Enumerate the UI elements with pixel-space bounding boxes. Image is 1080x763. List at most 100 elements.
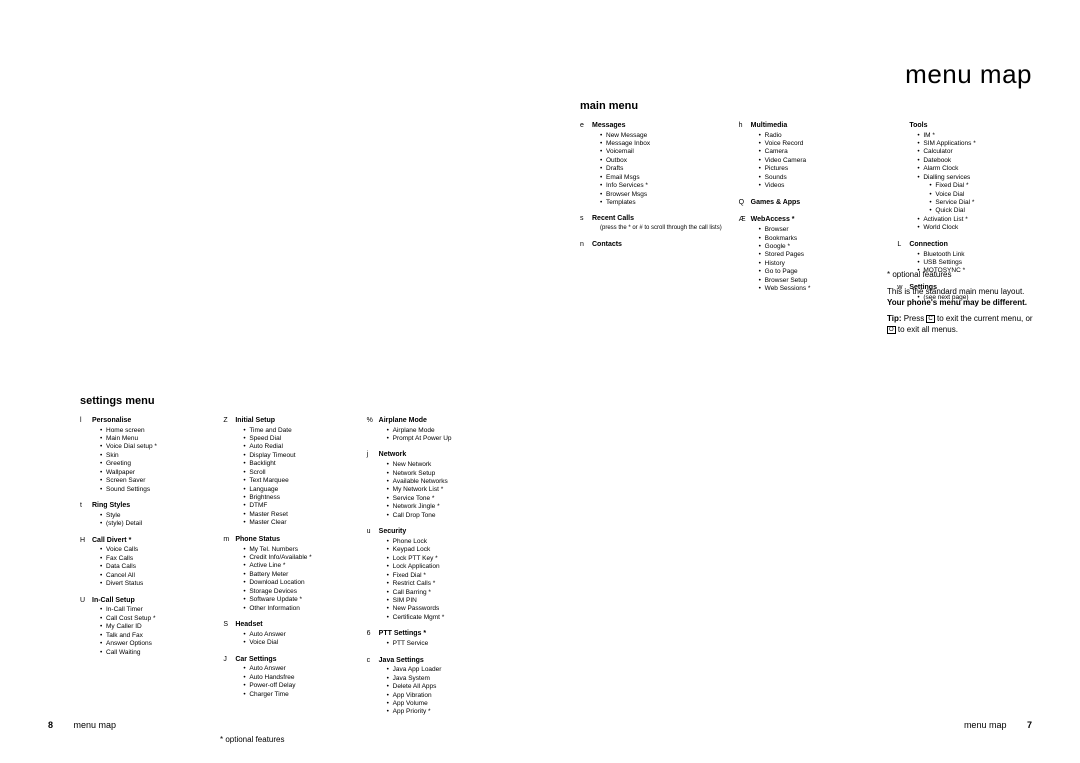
list-item: Fax Calls: [100, 555, 205, 563]
list-item: Restrict Calls *: [387, 580, 492, 588]
menu-group: tRing StylesStyle(style) Detail: [80, 502, 205, 529]
menu-group: ÆWebAccess *BrowserBookmarksGoogle *Stor…: [739, 216, 884, 293]
list-item: Language: [243, 486, 348, 494]
list-item: Charger Time: [243, 691, 348, 699]
list-item: Skin: [100, 452, 205, 460]
list-item: World Clock: [917, 224, 1042, 232]
list-item: Outbox: [600, 157, 725, 165]
group-head: Multimedia: [751, 122, 884, 131]
list-item: Battery Meter: [243, 571, 348, 579]
list-item: Call Drop Tone: [387, 512, 492, 520]
group-head: Java Settings: [379, 657, 492, 666]
menu-group: ToolsIM *SIM Applications *CalculatorDat…: [897, 122, 1042, 233]
list-item: Master Reset: [243, 511, 348, 519]
list-item: Backlight: [243, 460, 348, 468]
notes: * optional features This is the standard…: [887, 270, 1042, 342]
menu-group: JCar SettingsAuto AnswerAuto HandsfreePo…: [223, 656, 348, 700]
group-head: Phone Status: [235, 536, 348, 545]
list-item: Pictures: [759, 165, 884, 173]
list-item: SIM Applications *: [917, 140, 1042, 148]
group-head: Call Divert *: [92, 537, 205, 546]
group-head: Airplane Mode: [379, 417, 492, 426]
list-item: Screen Saver: [100, 477, 205, 485]
list-item: (style) Detail: [100, 520, 205, 528]
list-item: In-Call Timer: [100, 606, 205, 614]
list-item: Browser Setup: [759, 277, 884, 285]
list-item: App Volume: [387, 700, 492, 708]
list-item: My Tel. Numbers: [243, 546, 348, 554]
group-note: (press the * or # to scroll through the …: [592, 225, 725, 233]
group-head: Ring Styles: [92, 502, 205, 511]
menu-group: QGames & Apps: [739, 199, 884, 209]
list-item: Bluetooth Link: [917, 251, 1042, 259]
list-item: Quick Dial: [929, 207, 1042, 215]
list-item: Call Waiting: [100, 649, 205, 657]
list-item: Answer Options: [100, 640, 205, 648]
footer-label: menu map: [74, 720, 117, 730]
menu-group: HCall Divert *Voice CallsFax CallsData C…: [80, 537, 205, 589]
list-item: New Passwords: [387, 605, 492, 613]
group-head: Tools: [909, 122, 1042, 131]
list-item: Alarm Clock: [917, 165, 1042, 173]
list-item: Go to Page: [759, 268, 884, 276]
list-item: Delete All Apps: [387, 683, 492, 691]
list-item: SIM PIN: [387, 597, 492, 605]
list-item: Data Calls: [100, 563, 205, 571]
list-item: Divert Status: [100, 580, 205, 588]
list-item: Voice Dial: [243, 639, 348, 647]
main-menu-title: main menu: [580, 100, 1042, 114]
group-head: Personalise: [92, 417, 205, 426]
list-item: Google *: [759, 243, 884, 251]
list-item: My Caller ID: [100, 623, 205, 631]
group-icon: Z: [223, 417, 235, 528]
list-item: Airplane Mode: [387, 427, 492, 435]
list-item: Display Timeout: [243, 452, 348, 460]
list-item: Browser: [759, 226, 884, 234]
list-item: Home screen: [100, 427, 205, 435]
list-item: Other Information: [243, 605, 348, 613]
group-head: In-Call Setup: [92, 597, 205, 606]
list-item: Voicemail: [600, 148, 725, 156]
list-item: Dialling servicesFixed Dial *Voice DialS…: [917, 174, 1042, 216]
list-item: Phone Lock: [387, 538, 492, 546]
group-icon: c: [367, 657, 379, 717]
list-item: Speed Dial: [243, 435, 348, 443]
group-head: Car Settings: [235, 656, 348, 665]
group-head: Connection: [909, 241, 1042, 250]
list-item: Info Services *: [600, 182, 725, 190]
menu-group: uSecurityPhone LockKeypad LockLock PTT K…: [367, 528, 492, 622]
list-item: Activation List *: [917, 216, 1042, 224]
group-head: Recent Calls: [592, 215, 725, 224]
footer-left: 8 menu map: [48, 720, 116, 731]
group-head: Messages: [592, 122, 725, 131]
group-head: Headset: [235, 621, 348, 630]
list-item: Fixed Dial *: [929, 182, 1042, 190]
page-left: settings menu lPersonaliseHome screenMai…: [0, 0, 540, 763]
list-item: Greeting: [100, 460, 205, 468]
list-item: Voice Dial: [929, 191, 1042, 199]
menu-group: cJava SettingsJava App LoaderJava System…: [367, 657, 492, 717]
list-item: Wallpaper: [100, 469, 205, 477]
list-item: IM *: [917, 132, 1042, 140]
list-item: Storage Devices: [243, 588, 348, 596]
menu-group: eMessagesNew MessageMessage InboxVoicema…: [580, 122, 725, 208]
group-icon: n: [580, 241, 592, 251]
list-item: Network Setup: [387, 470, 492, 478]
list-item: Prompt At Power Up: [387, 435, 492, 443]
list-item: Auto Handsfree: [243, 674, 348, 682]
group-icon: u: [367, 528, 379, 622]
optional-note: * optional features: [220, 735, 492, 745]
column: %Airplane ModeAirplane ModePrompt At Pow…: [367, 417, 492, 725]
group-head: Games & Apps: [751, 199, 884, 208]
list-item: Service Tone *: [387, 495, 492, 503]
list-item: Camera: [759, 148, 884, 156]
group-icon: t: [80, 502, 92, 529]
list-item: Voice Record: [759, 140, 884, 148]
group-icon: h: [739, 122, 751, 191]
menu-group: ZInitial SetupTime and DateSpeed DialAut…: [223, 417, 348, 528]
list-item: New Network: [387, 461, 492, 469]
list-item: Master Clear: [243, 519, 348, 527]
list-item: Lock Application: [387, 563, 492, 571]
list-item: Credit Info/Available *: [243, 554, 348, 562]
menu-group: sRecent Calls(press the * or # to scroll…: [580, 215, 725, 232]
